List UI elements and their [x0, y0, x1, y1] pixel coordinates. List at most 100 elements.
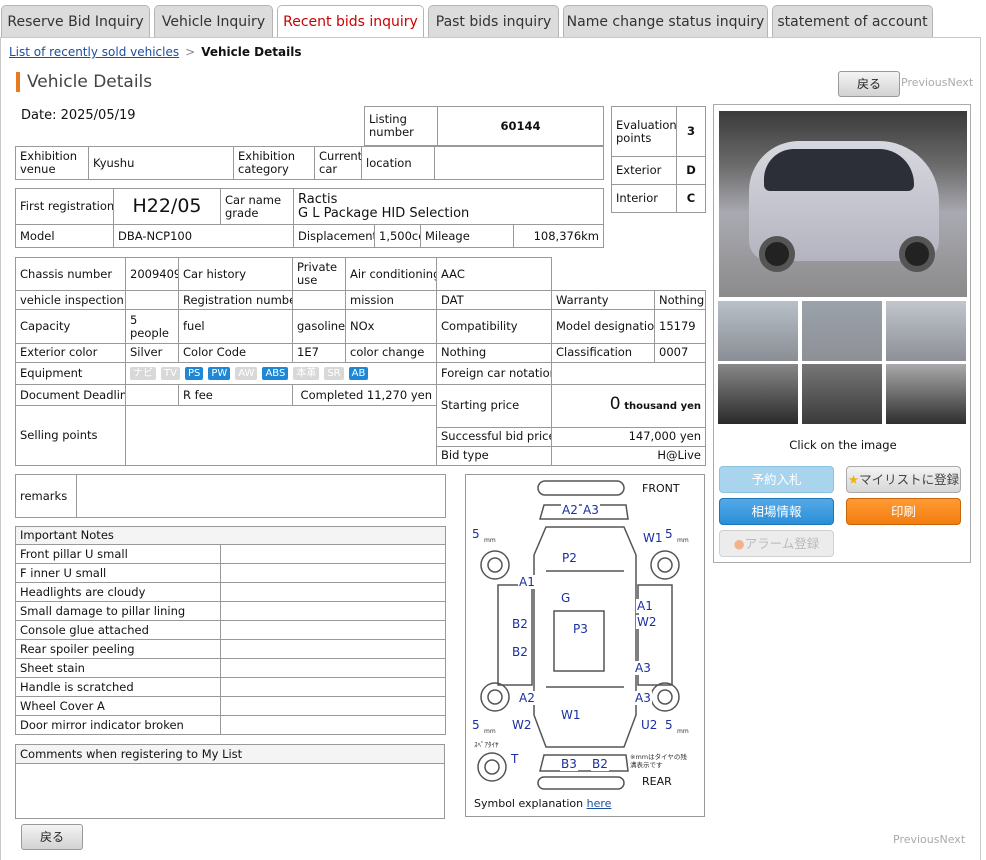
notes-row: Headlights are cloudy: [15, 582, 447, 602]
damage-mark: A3: [634, 661, 652, 675]
tab-statement-of-account[interactable]: statement of account: [772, 5, 933, 38]
exterior-grade: D: [676, 156, 706, 186]
equipment-badge: ABS: [262, 367, 289, 381]
notes-row: Console glue attached: [15, 620, 447, 640]
damage-mark: W1: [560, 708, 582, 722]
exterior-color: Silver: [125, 342, 179, 363]
thumbnail-rear[interactable]: [718, 301, 798, 361]
fuel-value: gasoline: [292, 309, 346, 344]
location-value: [434, 146, 604, 180]
venue-value: Kyushu: [88, 146, 234, 180]
classification: 0007: [654, 342, 706, 363]
note-detail: [219, 677, 447, 697]
main-vehicle-photo[interactable]: [719, 111, 967, 297]
mylist-comments-box[interactable]: [15, 763, 445, 819]
notes-row: Front pillar U small: [15, 544, 447, 564]
damage-mark: T: [510, 752, 520, 766]
note-detail: [219, 620, 447, 640]
damage-mark: G: [560, 591, 572, 605]
thumbnail-seats[interactable]: [802, 364, 882, 424]
previous-link[interactable]: Previous: [901, 76, 948, 89]
current-car-label: Current car: [314, 146, 362, 180]
tread-unit: mm: [484, 728, 496, 735]
remarks-value: [76, 474, 446, 518]
foreign-notation: [551, 361, 706, 386]
tab-past-bids-inquiry[interactable]: Past bids inquiry: [428, 5, 559, 38]
exterior-color-label: Exterior color: [15, 342, 126, 363]
tread-unit: mm: [677, 537, 689, 544]
breadcrumb-link[interactable]: List of recently sold vehicles: [9, 45, 179, 59]
car-grade: G L Package HID Selection: [298, 205, 470, 221]
color-code-label: Color Code: [178, 342, 293, 363]
first-registration: H22/05: [113, 188, 221, 225]
add-mylist-button[interactable]: ★マイリストに登録: [846, 466, 961, 493]
tread-depth: 5: [665, 527, 673, 541]
color-change: Nothing: [436, 342, 552, 363]
symbol-explanation: Symbol explanation here: [474, 797, 611, 810]
notes-table: Important Notes Front pillar U small F in…: [14, 526, 447, 735]
next-link[interactable]: Next: [948, 76, 974, 89]
selling-points-label: Selling points: [15, 405, 126, 466]
tab-recent-bids-inquiry[interactable]: Recent bids inquiry: [277, 5, 424, 39]
damage-mark: W2: [636, 615, 658, 629]
listing-number-label: Listing number: [364, 106, 438, 146]
listing-table: Listing number 60144: [364, 106, 604, 146]
tread-unit: mm: [484, 537, 496, 544]
previous-link[interactable]: Previous: [893, 833, 940, 846]
damage-mark: A3: [634, 691, 652, 705]
selling-points: [125, 405, 437, 466]
model-designation-label: Model designation: [551, 309, 655, 344]
print-button[interactable]: 印刷: [846, 498, 961, 525]
rfee-label: R fee: [178, 384, 293, 407]
photo-panel: Click on the image 予約入札 ★マイリストに登録 相場情報 印…: [713, 104, 971, 563]
thumbnail-dashboard[interactable]: [718, 364, 798, 424]
note-detail: [219, 696, 447, 716]
auction-date: Date: 2025/05/19: [21, 108, 136, 123]
reserve-bid-button[interactable]: 予約入札: [719, 466, 834, 493]
tab-bar: Reserve Bid Inquiry Vehicle Inquiry Rece…: [0, 0, 986, 39]
diagram-front-label: FRONT: [642, 482, 680, 495]
tab-vehicle-inquiry[interactable]: Vehicle Inquiry: [154, 5, 273, 38]
thumbnail-rear-seats[interactable]: [886, 364, 966, 424]
next-link[interactable]: Next: [940, 833, 966, 846]
model-value: DBA-NCP100: [113, 224, 294, 248]
alarm-register-button[interactable]: ●アラーム登録: [719, 530, 834, 557]
alarm-label: アラーム登録: [744, 536, 820, 551]
car-name-label: Car name grade: [220, 188, 294, 225]
equipment-badge: TV: [161, 367, 180, 381]
symbol-explanation-link[interactable]: here: [587, 797, 612, 810]
back-button-bottom[interactable]: 戻る: [21, 824, 83, 850]
damage-mark: A1: [518, 575, 536, 589]
remarks-label: remarks: [15, 474, 77, 518]
star-icon: ★: [847, 472, 860, 487]
deadline-label: Document Deadline: [15, 384, 126, 407]
damage-mark: A1: [636, 599, 654, 613]
thumbnail-side[interactable]: [886, 301, 966, 361]
thumbnail-front[interactable]: [802, 301, 882, 361]
registration-number-label: Registration number: [178, 290, 293, 311]
warranty-label: Warranty: [551, 290, 655, 311]
interior-label: Interior: [611, 184, 677, 213]
note-item: Handle is scratched: [15, 677, 221, 697]
tread-depth: 5: [472, 718, 480, 732]
add-mylist-label: マイリストに登録: [859, 472, 960, 487]
diagram-mm-note: ※mmはタイヤの残溝表示です: [630, 753, 687, 769]
note-item: F inner U small: [15, 563, 221, 583]
compatibility-label: Compatibility: [436, 309, 552, 344]
tab-name-change-status[interactable]: Name change status inquiry: [563, 5, 768, 38]
mylist-comments-label: Comments when registering to My List: [15, 744, 445, 764]
tread-depth: 5: [472, 527, 480, 541]
notes-row: Small damage to pillar lining: [15, 601, 447, 621]
market-info-button[interactable]: 相場情報: [719, 498, 834, 525]
warranty-value: Nothing: [654, 290, 706, 311]
chassis-label: Chassis number: [15, 256, 126, 292]
spec-table: Chassis number 2009409 Car history Priva…: [15, 256, 706, 467]
mylist-comments-table: Comments when registering to My List: [15, 744, 445, 819]
car-wheel-shape: [759, 236, 795, 272]
tab-reserve-bid-inquiry[interactable]: Reserve Bid Inquiry: [1, 5, 150, 38]
damage-mark: W1: [642, 531, 664, 545]
damage-mark: P3: [572, 622, 589, 636]
note-detail: [219, 639, 447, 659]
starting-price-unit: thousand yen: [624, 401, 701, 413]
back-button-top[interactable]: 戻る: [838, 71, 900, 97]
